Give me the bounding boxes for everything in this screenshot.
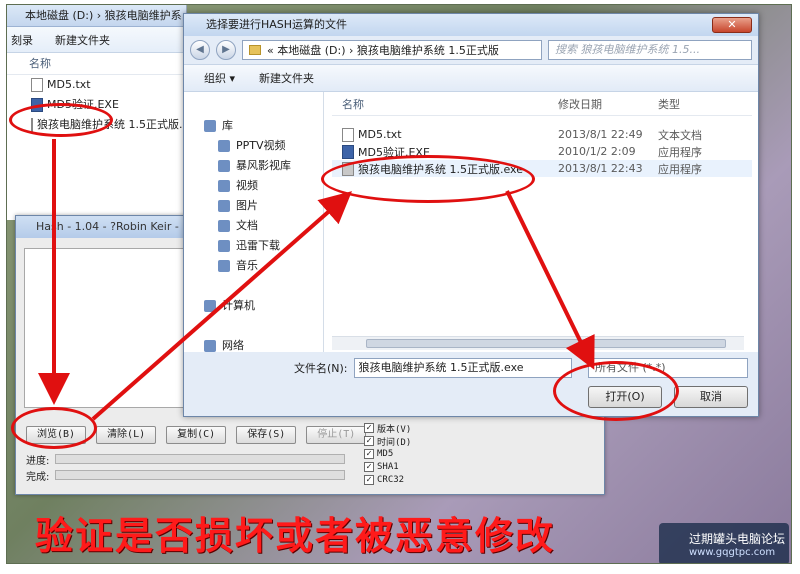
arrow-to-file [91, 191, 353, 421]
watermark: 过期罐头电脑论坛 www.gqgtpc.com [659, 523, 789, 563]
highlight-ring-open [553, 361, 679, 421]
highlight-ring-md5 [9, 103, 113, 137]
highlight-ring-browse [11, 407, 97, 449]
annotation-layer [38, 139, 595, 421]
caption-text: 验证是否损坏或者被恶意修改 [35, 513, 556, 558]
arrow-to-open [505, 190, 595, 370]
watermark-url: www.gqgtpc.com [689, 547, 776, 558]
highlight-ring-file [321, 155, 535, 203]
screenshot-frame: 本地磁盘 (D:) › 狼孩电脑维护系 刻录 新建文件夹 名称 MD5.txt … [6, 4, 792, 564]
watermark-title: 过期罐头电脑论坛 [689, 532, 786, 546]
